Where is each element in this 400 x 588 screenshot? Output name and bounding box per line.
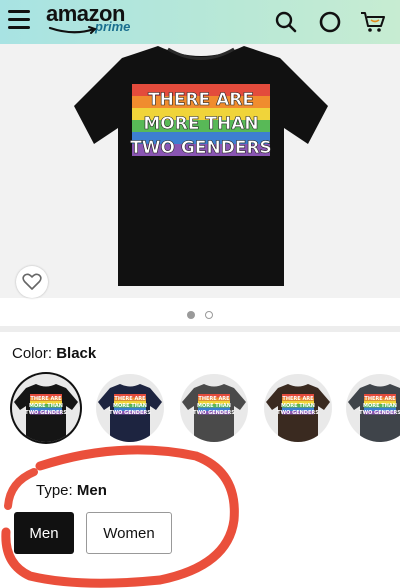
cart-icon[interactable]: [359, 8, 387, 36]
brand-sub: prime: [95, 19, 131, 34]
swatch-shirt-text: MORE THAN: [197, 403, 231, 409]
swatch-shirt-text: THERE ARE: [282, 396, 314, 402]
swatch-tshirt-image: THERE AREMORE THANTWO GENDERS: [98, 384, 162, 442]
top-header: amazon prime: [0, 0, 400, 44]
swatch-shirt-text: MORE THAN: [113, 403, 147, 409]
gallery-dots: [0, 306, 400, 324]
gallery-dot-active[interactable]: [186, 311, 195, 319]
color-swatch-navy[interactable]: THERE ARE MORE THAN TWO GENDERS: [96, 374, 164, 442]
color-swatch-brown[interactable]: THERE ARE MORE THAN TWO GENDERS: [264, 374, 332, 442]
swatch-tshirt-image: THERE AREMORE THANTWO GENDERS: [266, 384, 330, 442]
swatch-tshirt-image: THERE AREMORE THANTWO GENDERS: [348, 384, 400, 442]
type-option-women[interactable]: Women: [86, 512, 172, 554]
swatch-shirt-text: TWO GENDERS: [359, 410, 400, 416]
type-selected-value: Men: [76, 482, 107, 499]
color-label-text: Color:: [12, 345, 53, 362]
heart-icon: [22, 273, 42, 290]
color-swatch-charcoal[interactable]: THERE ARE MORE THAN TWO GENDERS: [346, 374, 400, 442]
shirt-text-line-1: THERE ARE: [148, 90, 254, 110]
swatch-tshirt-image: THERE AREMORE THANTWO GENDERS: [182, 384, 246, 442]
wishlist-button[interactable]: [16, 266, 48, 298]
section-divider: [0, 326, 400, 332]
hamburger-menu-icon[interactable]: [8, 10, 30, 30]
smile-arrow-icon: [48, 26, 97, 34]
swatch-shirt-text: TWO GENDERS: [109, 410, 151, 416]
color-label: Color: Black: [12, 345, 96, 362]
color-swatch-black[interactable]: THERE ARE MORE THAN TWO GENDERS: [12, 374, 80, 442]
swatch-shirt-text: TWO GENDERS: [25, 410, 67, 416]
swatch-shirt-text: THERE ARE: [30, 396, 62, 402]
swatch-shirt-text: TWO GENDERS: [277, 410, 319, 416]
swatch-shirt-text: THERE ARE: [364, 396, 396, 402]
swatch-shirt-text: MORE THAN: [29, 403, 63, 409]
amazon-prime-logo[interactable]: amazon prime: [46, 1, 156, 43]
color-swatches: THERE ARE MORE THAN TWO GENDERS THERE ARE M…: [8, 374, 400, 446]
search-icon[interactable]: [272, 8, 300, 36]
swatch-shirt-text: THERE ARE: [198, 396, 230, 402]
swatch-shirt-text: TWO GENDERS: [193, 410, 235, 416]
type-label: Type: Men: [36, 482, 107, 499]
swatch-shirt-text: MORE THAN: [363, 403, 397, 409]
type-label-text: Type:: [36, 482, 73, 499]
alexa-icon[interactable]: [316, 8, 344, 36]
color-selected-value: Black: [56, 345, 97, 362]
swatch-tshirt-image: THERE AREMORE THANTWO GENDERS: [14, 384, 78, 442]
product-tshirt-image[interactable]: THERE ARE MORE THAN TWO GENDERS: [70, 44, 332, 290]
shirt-text-line-3: TWO GENDERS: [130, 138, 272, 158]
color-swatch-gray[interactable]: THERE ARE MORE THAN TWO GENDERS: [180, 374, 248, 442]
shirt-text-line-2: MORE THAN: [143, 114, 258, 134]
swatch-shirt-text: THERE ARE: [114, 396, 146, 402]
swatch-shirt-text: MORE THAN: [281, 403, 315, 409]
type-option-men[interactable]: Men: [14, 512, 74, 554]
product-image-area: THERE ARE MORE THAN TWO GENDERS: [0, 44, 400, 298]
gallery-dot[interactable]: [205, 311, 214, 319]
